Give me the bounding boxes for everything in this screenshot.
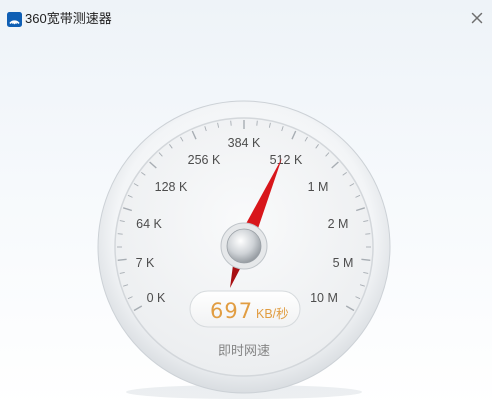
needle-hub [226,228,262,264]
mode-label: 即时网速 [218,344,270,359]
speed-gauge: 0 K 7 K 64 K 128 K256 K 384 K 512 K 1 M 2 M 5 M 1… [97,100,391,399]
gauge-tick [230,120,232,126]
gauge-tick [117,233,123,235]
scale-label: 128 K [155,180,188,194]
scale-label: 512 K [270,153,303,167]
scale-label: 5 M [333,256,354,270]
scale-label: 384 K [228,136,261,150]
scale-label: 10 M [310,291,338,305]
scale-label: 64 K [136,217,162,231]
app-window: 360宽带测速器 0 K 7 K 64 K 128 K 256 K 384 K … [0,0,492,408]
gauge-tick [256,120,258,126]
speed-value: 697 [210,299,253,323]
gauge-tick [365,233,371,235]
speed-readout: 697 KB/秒 [189,290,301,328]
scale-label: 7 K [136,256,155,270]
scale-label: 2 M [328,217,349,231]
gauge-tick [117,258,127,261]
speed-unit: KB/秒 [256,307,289,321]
gauge-tick [361,258,371,261]
scale-label: 0 K [147,291,166,305]
scale-label: 256 K [188,153,221,167]
scale-label: 1 M [308,180,329,194]
